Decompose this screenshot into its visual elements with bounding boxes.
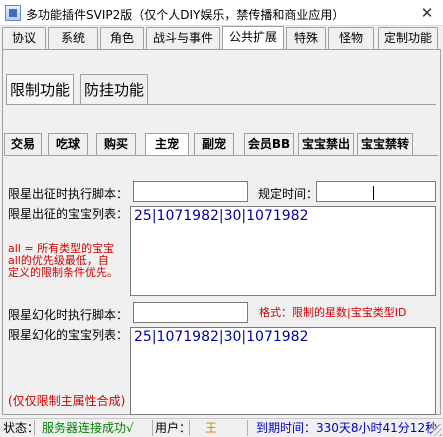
tab-system[interactable]: 系统 — [48, 27, 98, 49]
app-icon — [5, 5, 21, 21]
tab-character[interactable]: 角色 — [100, 27, 144, 49]
summon-list-label: 限星出征的宝宝列表： — [8, 207, 129, 221]
tab3-divider — [4, 155, 438, 156]
resize-grip-icon[interactable] — [430, 424, 442, 436]
tab-pet-summon-ban[interactable]: 宝宝禁出 — [298, 133, 354, 155]
time-input[interactable] — [316, 181, 436, 202]
status-bar: 状态： 服务器连接成功√ 用户： 王 到期时间：330天8小时41分12秒 — [0, 418, 443, 437]
window-title: 多功能插件SVIP2版（仅个人DIY娱乐，禁传播和商业应用） — [26, 8, 345, 22]
status-separator — [189, 420, 190, 436]
morph-list-textarea[interactable]: 25|1071982|30|1071982 — [130, 327, 436, 415]
tab-main-pet[interactable]: 主宠 — [145, 133, 189, 155]
summon-script-input[interactable] — [133, 181, 248, 202]
tab-eat-ball[interactable]: 吃球 — [48, 133, 88, 155]
format-note: 格式：限制的星数|宝宝类型ID — [259, 306, 407, 319]
main-tab-bar: 协议 系统 角色 战斗与事件 公共扩展 特殊 怪物 定制功能 — [2, 26, 441, 50]
status-separator — [247, 420, 248, 436]
tab-restriction-functions[interactable]: 限制功能 — [6, 74, 75, 104]
title-bar: 多功能插件SVIP2版（仅个人DIY娱乐，禁传播和商业应用） ✕ — [0, 0, 443, 26]
tab-purchase[interactable]: 购买 — [96, 133, 136, 155]
tab-member-bb[interactable]: 会员BB — [244, 133, 294, 155]
user-name: 王 — [205, 421, 218, 435]
tab-sub-pet[interactable]: 副宠 — [194, 133, 234, 155]
text-caret — [373, 186, 374, 200]
tab-trade[interactable]: 交易 — [4, 133, 42, 155]
time-label: 规定时间： — [258, 187, 319, 201]
morph-script-label: 限星幻化时执行脚本： — [8, 308, 129, 322]
status-separator — [34, 420, 35, 436]
tab-pet-transfer-ban[interactable]: 宝宝禁转 — [357, 133, 413, 155]
connection-status: 服务器连接成功√ — [42, 421, 134, 435]
summon-list-textarea[interactable]: 25|1071982|30|1071982 — [130, 206, 436, 296]
tab-monster[interactable]: 怪物 — [328, 27, 374, 49]
close-icon[interactable]: ✕ — [417, 3, 437, 23]
tab-public-extension[interactable]: 公共扩展 — [222, 26, 284, 50]
morph-note: (仅仅限制主属性合成) — [8, 394, 126, 408]
tab-anti-cheat-functions[interactable]: 防挂功能 — [80, 74, 149, 104]
user-label: 用户： — [155, 421, 192, 435]
status-separator — [152, 420, 153, 436]
morph-list-label: 限星幻化的宝宝列表： — [8, 328, 129, 342]
summon-script-label: 限星出征时执行脚本： — [8, 187, 129, 201]
tab-custom-functions[interactable]: 定制功能 — [378, 27, 438, 49]
morph-script-input[interactable] — [133, 302, 248, 323]
tab-special[interactable]: 特殊 — [286, 27, 326, 49]
all-note-line-3: 定义的限制条件优先。 — [8, 266, 118, 279]
tab-protocol[interactable]: 协议 — [2, 27, 46, 49]
tab-battle-events[interactable]: 战斗与事件 — [146, 27, 220, 49]
sub-tab-divider — [6, 104, 436, 105]
expiry-time: 到期时间：330天8小时41分12秒 — [256, 421, 438, 435]
